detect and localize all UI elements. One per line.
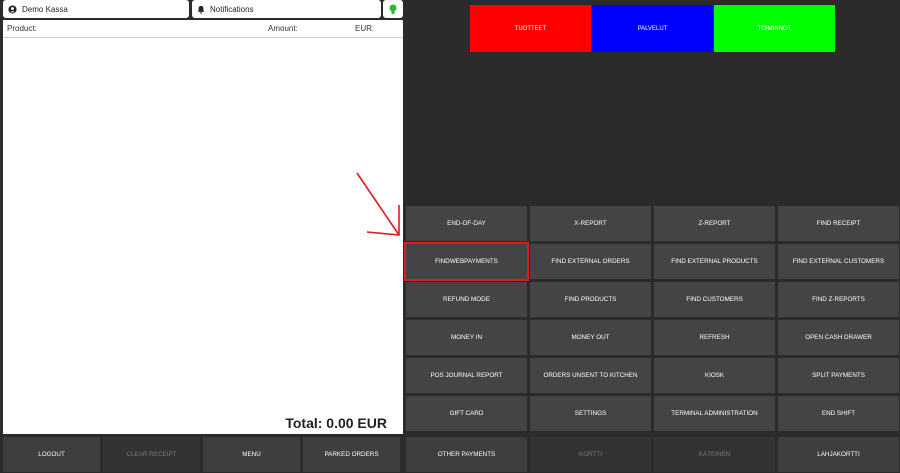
column-product: Product: — [7, 24, 37, 33]
pos-journal-report-button[interactable]: POS JOURNAL REPORT — [406, 358, 527, 393]
end-of-day-button[interactable]: END-OF-DAY — [406, 206, 527, 241]
card-payment-button[interactable]: KORTTI — [530, 437, 651, 472]
terminal-administration-button[interactable]: TERMINAL ADMINISTRATION — [654, 396, 775, 431]
logout-button[interactable]: LOGOUT — [3, 437, 100, 472]
column-amount: Amount: — [268, 24, 298, 33]
money-in-button[interactable]: MONEY IN — [406, 320, 527, 355]
find-receipt-button[interactable]: FIND RECEIPT — [778, 206, 899, 241]
connection-status[interactable] — [383, 0, 403, 18]
receipt-header: Product: Amount: EUR: — [3, 20, 403, 38]
bell-icon — [197, 5, 205, 14]
category-palvelut-button[interactable]: PALVELUT — [592, 5, 713, 52]
kiosk-button[interactable]: KIOSK — [654, 358, 775, 393]
user-name: Demo Kassa — [22, 4, 68, 14]
end-shift-button[interactable]: END SHIFT — [778, 396, 899, 431]
find-customers-button[interactable]: FIND CUSTOMERS — [654, 282, 775, 317]
settings-button[interactable]: SETTINGS — [530, 396, 651, 431]
column-currency: EUR: — [355, 24, 375, 33]
find-web-payments-button[interactable]: FINDWEBPAYMENTS — [404, 242, 529, 281]
lightbulb-icon — [389, 4, 397, 14]
x-report-button[interactable]: X-REPORT — [530, 206, 651, 241]
split-payments-button[interactable]: SPLIT PAYMENTS — [778, 358, 899, 393]
parked-orders-button[interactable]: PARKED ORDERS — [303, 437, 400, 472]
annotation-arrow-icon — [356, 172, 400, 236]
find-external-products-button[interactable]: FIND EXTERNAL PRODUCTS — [654, 244, 775, 279]
bottom-left-bar: LOGOUT CLEAR RECEIPT MENU PARKED ORDERS — [3, 437, 400, 472]
cash-payment-button[interactable]: KÄTEINEN — [654, 437, 775, 472]
payment-bar: OTHER PAYMENTS KORTTI KÄTEINEN LAHJAKORT… — [406, 437, 899, 472]
find-products-button[interactable]: FIND PRODUCTS — [530, 282, 651, 317]
category-tuotteet-button[interactable]: TUOTTEET — [470, 5, 591, 52]
menu-button[interactable]: MENU — [203, 437, 300, 472]
refresh-button[interactable]: REFRESH — [654, 320, 775, 355]
user-icon — [8, 4, 17, 14]
function-grid: END-OF-DAY X-REPORT Z-REPORT FIND RECEIP… — [404, 206, 899, 433]
money-out-button[interactable]: MONEY OUT — [530, 320, 651, 355]
category-label: TUOTTEET — [514, 25, 547, 32]
find-z-reports-button[interactable]: FIND Z-REPORTS — [778, 282, 899, 317]
category-toiminnot-button[interactable]: TOIMINNOT — [714, 5, 835, 52]
clear-receipt-button[interactable]: CLEAR RECEIPT — [103, 437, 200, 472]
gift-card-payment-button[interactable]: LAHJAKORTTI — [778, 437, 899, 472]
find-external-orders-button[interactable]: FIND EXTERNAL ORDERS — [530, 244, 651, 279]
z-report-button[interactable]: Z-REPORT — [654, 206, 775, 241]
receipt-total: Total: 0.00 EUR — [285, 415, 387, 431]
refund-mode-button[interactable]: REFUND MODE — [406, 282, 527, 317]
notifications-button[interactable]: Notifications — [192, 0, 381, 18]
other-payments-button[interactable]: OTHER PAYMENTS — [406, 437, 527, 472]
notifications-label: Notifications — [210, 4, 254, 14]
find-external-customers-button[interactable]: FIND EXTERNAL CUSTOMERS — [778, 244, 899, 279]
gift-card-button[interactable]: GIFT CARD — [406, 396, 527, 431]
user-selector[interactable]: Demo Kassa — [3, 0, 189, 18]
category-label: TOIMINNOT — [757, 25, 792, 32]
category-label: PALVELUT — [637, 25, 668, 32]
orders-unsent-to-kitchen-button[interactable]: ORDERS UNSENT TO KITCHEN — [530, 358, 651, 393]
open-cash-drawer-button[interactable]: OPEN CASH DRAWER — [778, 320, 899, 355]
